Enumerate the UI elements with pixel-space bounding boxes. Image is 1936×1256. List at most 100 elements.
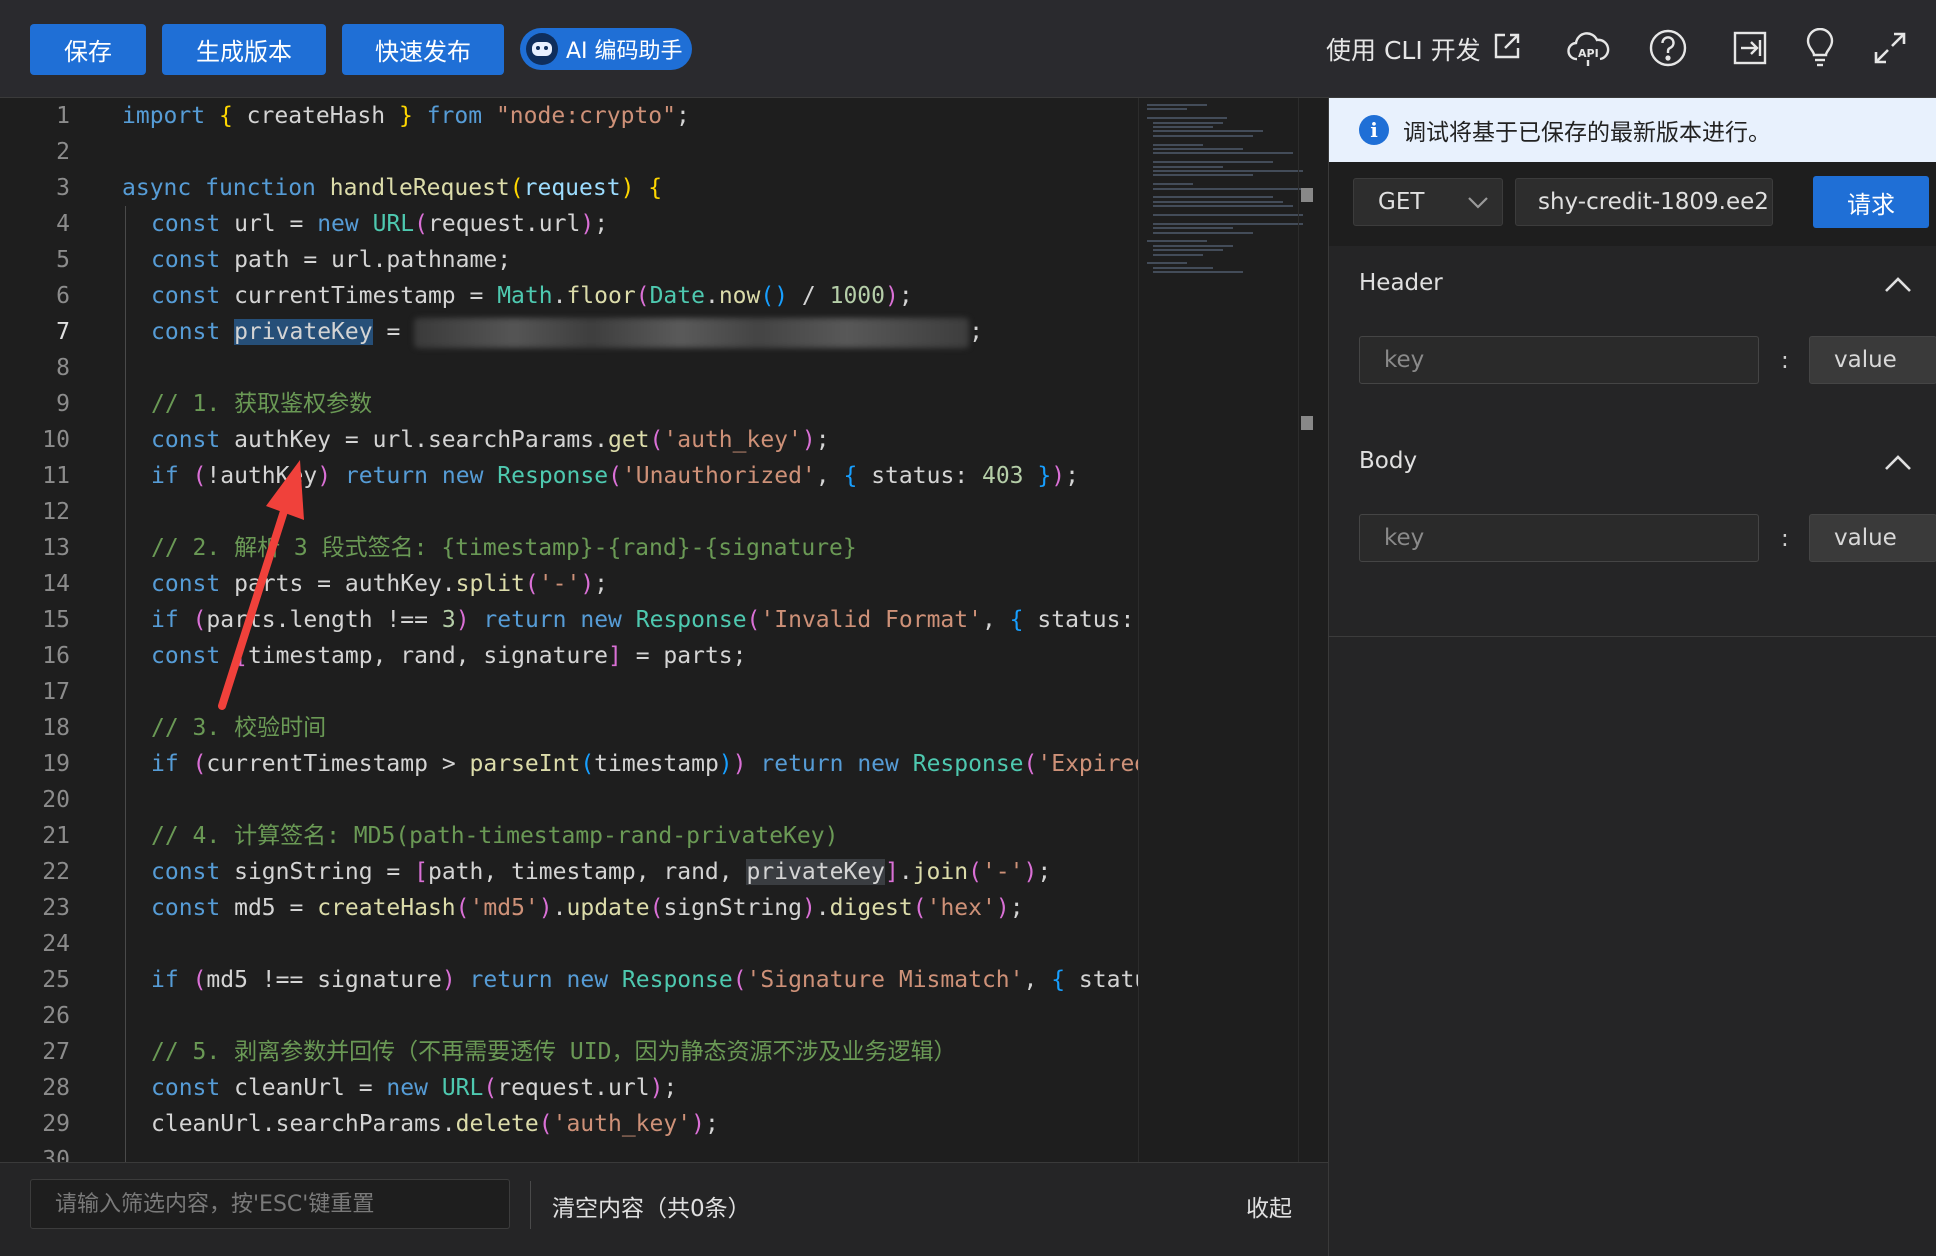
chevron-down-icon (1468, 197, 1488, 209)
redacted-secret (414, 317, 970, 348)
export-icon[interactable] (1728, 26, 1772, 70)
minimap-line (1147, 104, 1207, 106)
save-button[interactable]: 保存 (30, 24, 146, 75)
minimap-line (1153, 152, 1293, 155)
code-line-3: async function handleRequest(request) { (122, 175, 663, 201)
chevron-up-icon[interactable] (1883, 452, 1913, 472)
http-method-select[interactable]: GET (1353, 178, 1503, 226)
http-method-value: GET (1378, 189, 1425, 215)
minimap-line (1153, 165, 1223, 168)
line-number: 22 (42, 859, 70, 885)
minimap-line (1153, 227, 1233, 230)
minimap-line (1153, 253, 1203, 256)
info-text: 调试将基于已保存的最新版本进行。 (1403, 120, 1771, 146)
generate-version-button[interactable]: 生成版本 (162, 24, 326, 75)
header-section-title[interactable]: Header (1359, 270, 1443, 296)
help-icon[interactable] (1646, 26, 1690, 70)
minimap-line (1153, 126, 1213, 128)
line-number: 19 (42, 751, 70, 777)
line-number: 11 (42, 463, 70, 489)
line-number: 24 (42, 931, 70, 957)
code-line-5: const path = url.pathname; (151, 247, 512, 273)
chevron-up-icon[interactable] (1883, 274, 1913, 294)
code-line-4: const url = new URL(request.url); (151, 211, 609, 237)
ai-assistant-label: AI 编码助手 (566, 39, 683, 64)
line-number: 28 (42, 1075, 70, 1101)
minimap-line (1153, 187, 1303, 190)
code-line-9: // 1. 获取鉴权参数 (151, 391, 373, 417)
line-number: 7 (56, 319, 70, 345)
quick-publish-button[interactable]: 快速发布 (342, 24, 504, 75)
body-key-input[interactable]: key (1359, 514, 1759, 562)
console-filter-input[interactable] (30, 1179, 510, 1229)
minimap-line (1153, 266, 1213, 269)
minimap-line (1147, 108, 1187, 111)
code-line-29: cleanUrl.searchParams.delete('auth_key')… (151, 1111, 719, 1137)
ai-assistant-button[interactable]: AI 编码助手 (520, 28, 692, 70)
minimap-line (1153, 143, 1203, 146)
minimap-line (1153, 148, 1243, 150)
body-value-input[interactable]: value (1809, 514, 1936, 562)
line-number: 26 (42, 1003, 70, 1029)
line-number: 14 (42, 571, 70, 597)
cli-dev-label: 使用 CLI 开发 (1326, 36, 1481, 65)
send-request-button[interactable]: 请求 (1813, 176, 1929, 228)
code-line-28: const cleanUrl = new URL(request.url); (151, 1075, 678, 1101)
scroll-marker (1301, 416, 1313, 430)
collapse-console-button[interactable]: 收起 (1246, 1189, 1292, 1223)
kv-separator: : (1781, 348, 1789, 374)
minimap-line (1153, 130, 1263, 133)
line-number: 15 (42, 607, 70, 633)
fullscreen-icon[interactable] (1868, 26, 1912, 70)
scroll-marker (1301, 188, 1313, 202)
lightbulb-icon[interactable] (1798, 26, 1842, 70)
line-number: 3 (56, 175, 70, 201)
minimap-line (1153, 200, 1283, 203)
svg-text:API: API (1578, 47, 1599, 60)
code-editor[interactable]: 1 2 3 4 5 6 7 8 9 10 11 12 13 14 15 16 17 18 19 20 21 22 23 24 2… (0, 98, 1328, 1162)
line-number: 6 (56, 283, 70, 309)
clear-console-button[interactable]: 清空内容（共0条） (552, 1189, 751, 1223)
minimap-line (1147, 117, 1227, 120)
minimap-line (1147, 240, 1207, 243)
line-number: 27 (42, 1039, 70, 1065)
code-line-21: // 4. 计算签名: MD5(path-timestamp-rand-priv… (151, 823, 839, 849)
line-number: 29 (42, 1111, 70, 1137)
divider (530, 1181, 531, 1229)
cloud-api-icon[interactable]: API (1566, 26, 1610, 70)
minimap-line (1153, 205, 1293, 208)
minimap-line (1153, 121, 1223, 124)
line-number: 5 (56, 247, 70, 273)
debug-panel: i 调试将基于已保存的最新版本进行。 GET shy-credit-1809.e… (1328, 98, 1936, 1256)
line-number: 21 (42, 823, 70, 849)
header-value-input[interactable]: value (1809, 336, 1936, 384)
line-number: 18 (42, 715, 70, 741)
code-line-19: if (currentTimestamp > parseInt(timestam… (151, 751, 1138, 777)
minimap-line (1153, 222, 1303, 225)
line-number: 1 (56, 103, 70, 129)
info-banner: i 调试将基于已保存的最新版本进行。 (1329, 98, 1936, 162)
code-line-1: import { createHash } from "node:crypto"… (122, 103, 690, 129)
minimap[interactable] (1138, 98, 1303, 1162)
body-section-title[interactable]: Body (1359, 448, 1417, 474)
minimap-line (1153, 214, 1303, 216)
minimap-line (1153, 161, 1273, 164)
vertical-scrollbar[interactable] (1298, 98, 1328, 1162)
console-panel: 清空内容（共0条） 收起 (0, 1162, 1328, 1256)
code-line-23: const md5 = createHash('md5').update(sig… (151, 895, 1024, 921)
minimap-line (1153, 271, 1243, 274)
line-number: 10 (42, 427, 70, 453)
line-number: 30 (42, 1147, 70, 1162)
line-number: 25 (42, 967, 70, 993)
line-number: 9 (56, 391, 70, 417)
request-url-input[interactable]: shy-credit-1809.ee2 (1515, 178, 1773, 226)
line-number: 12 (42, 499, 70, 525)
header-key-input[interactable]: key (1359, 336, 1759, 384)
line-number: 4 (56, 211, 70, 237)
divider (1329, 636, 1936, 637)
cli-dev-link[interactable]: 使用 CLI 开发 (1326, 30, 1523, 68)
minimap-line (1153, 174, 1253, 177)
minimap-line (1153, 249, 1223, 252)
code-line-25: if (md5 !== signature) return new Respon… (151, 967, 1138, 993)
minimap-line (1153, 183, 1193, 186)
